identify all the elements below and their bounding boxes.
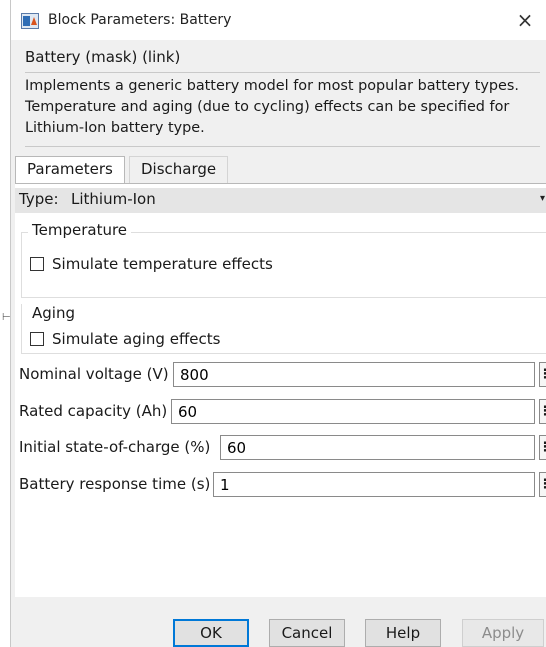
initial-soc-menu-icon[interactable]: ⋮: [539, 435, 546, 460]
response-time-row: Battery response time (s) ⋮: [15, 472, 546, 498]
initial-soc-label: Initial state-of-charge (%): [19, 438, 211, 456]
tab-parameters[interactable]: Parameters: [15, 156, 125, 184]
initial-soc-field[interactable]: [220, 435, 535, 460]
response-time-menu-icon[interactable]: ⋮: [539, 472, 546, 497]
divider: [25, 72, 540, 73]
temperature-legend: Temperature: [28, 221, 132, 239]
nominal-voltage-row: Nominal voltage (V) ⋮: [15, 362, 546, 388]
aging-checkbox-row[interactable]: Simulate aging effects: [30, 330, 220, 348]
temperature-group: Temperature Simulate temperature effects: [21, 221, 546, 298]
tab-bar: Parameters Discharge: [15, 156, 546, 184]
ok-button[interactable]: OK: [173, 619, 249, 647]
mask-title: Battery (mask) (link): [25, 48, 181, 66]
type-dropdown[interactable]: Type: Lithium-Ion ▾: [15, 188, 546, 213]
simulink-block-icon: [21, 13, 39, 29]
rated-capacity-field[interactable]: [171, 399, 535, 424]
divider: [25, 146, 540, 147]
title-bar: Block Parameters: Battery ×: [11, 0, 546, 40]
temperature-checkbox[interactable]: [30, 257, 44, 271]
cancel-button[interactable]: Cancel: [269, 619, 345, 647]
dialog-footer: OK Cancel Help Apply: [11, 597, 546, 647]
aging-checkbox[interactable]: [30, 332, 44, 346]
rated-capacity-label: Rated capacity (Ah): [19, 402, 168, 420]
aging-group: Aging Simulate aging effects: [21, 304, 546, 354]
initial-soc-row: Initial state-of-charge (%) ⋮: [15, 435, 546, 461]
parameters-panel: Type: Lithium-Ion ▾ Temperature Simulate…: [15, 183, 546, 597]
temperature-checkbox-row[interactable]: Simulate temperature effects: [30, 255, 273, 273]
type-label: Type:: [19, 190, 59, 208]
nominal-voltage-label: Nominal voltage (V): [19, 365, 169, 383]
temperature-checkbox-label: Simulate temperature effects: [52, 255, 273, 273]
aging-legend: Aging: [28, 304, 79, 322]
type-value: Lithium-Ion: [71, 190, 156, 208]
block-parameters-dialog: Block Parameters: Battery × Battery (mas…: [10, 0, 546, 647]
response-time-label: Battery response time (s): [19, 475, 211, 493]
help-button[interactable]: Help: [365, 619, 441, 647]
nominal-voltage-menu-icon[interactable]: ⋮: [539, 362, 546, 387]
window-title: Block Parameters: Battery: [48, 12, 232, 28]
apply-button[interactable]: Apply: [462, 619, 544, 647]
chevron-down-icon: ▾: [539, 193, 545, 204]
rated-capacity-menu-icon[interactable]: ⋮: [539, 399, 546, 424]
tab-discharge[interactable]: Discharge: [129, 156, 229, 184]
nominal-voltage-field[interactable]: [173, 362, 535, 387]
close-icon[interactable]: ×: [503, 0, 546, 40]
mask-description: Implements a generic battery model for m…: [25, 78, 519, 136]
response-time-field[interactable]: [213, 472, 535, 497]
aging-checkbox-label: Simulate aging effects: [52, 330, 221, 348]
rated-capacity-row: Rated capacity (Ah) ⋮: [15, 399, 546, 425]
